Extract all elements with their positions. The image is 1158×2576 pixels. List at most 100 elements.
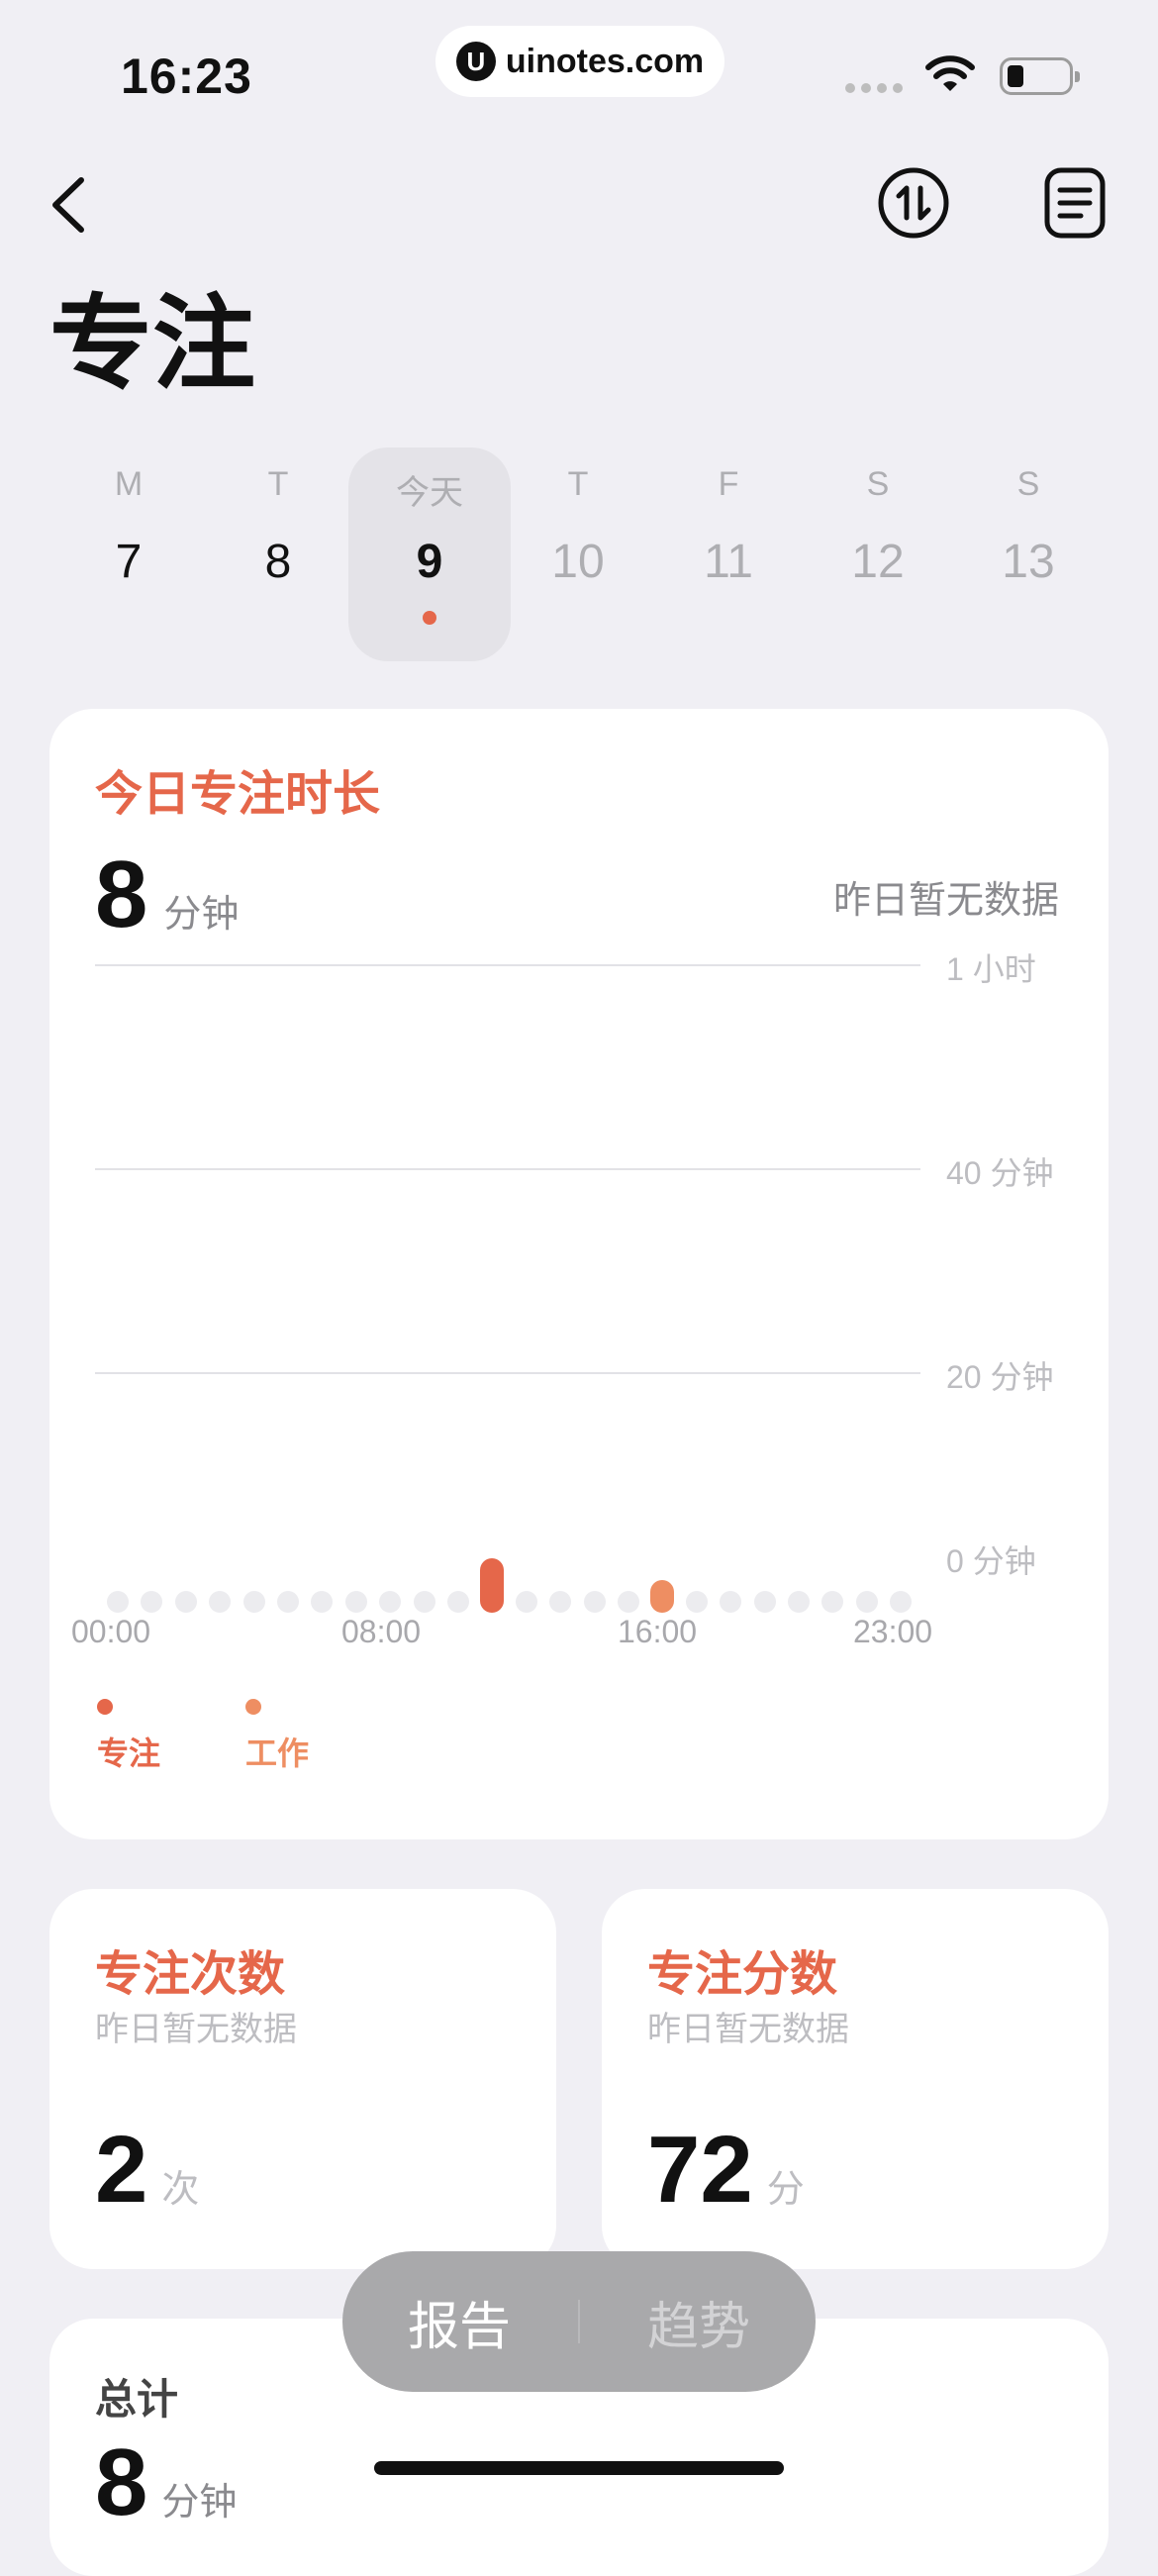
legend-label-focus: 专注: [97, 1735, 161, 1771]
hour-dot: [821, 1591, 844, 1613]
count-value: 2: [95, 2117, 148, 2223]
day-today[interactable]: 今天 9: [370, 465, 489, 589]
hour-dot: [379, 1591, 402, 1613]
status-time: 16:23: [121, 49, 252, 104]
card-title: 专注分数: [647, 1948, 838, 2001]
hour-dot: [107, 1591, 129, 1613]
hour-dot: [788, 1591, 810, 1613]
sort-arrows-icon[interactable]: [877, 166, 950, 240]
url-text: uinotes.com: [505, 42, 705, 80]
card-title: 今日专注时长: [95, 768, 381, 821]
total-value-row: 8 分钟: [95, 2435, 237, 2530]
day-sun[interactable]: S 13: [969, 465, 1088, 589]
score-unit: 分: [766, 2169, 805, 2211]
hour-dot: [277, 1591, 299, 1613]
hour-dot: [549, 1591, 572, 1613]
tab-report[interactable]: 报告: [360, 2285, 558, 2359]
legend-label-work: 工作: [245, 1735, 310, 1771]
hour-dot: [685, 1591, 708, 1613]
hour-dot: [753, 1591, 776, 1613]
date-number: 11: [704, 536, 753, 588]
focus-total: 8 分钟: [95, 847, 239, 942]
site-logo-icon: U: [455, 42, 496, 81]
y-tick-label: 0 分钟: [946, 1543, 1036, 1579]
weekday-label: T: [267, 465, 289, 503]
hour-dot: [413, 1591, 435, 1613]
count-value-row: 2 次: [95, 2123, 199, 2218]
hour-dot: [890, 1591, 913, 1613]
x-tick-label: 08:00: [341, 1614, 422, 1649]
bar-focus: [480, 1558, 505, 1613]
score-value: 72: [647, 2117, 753, 2223]
card-title: 总计: [95, 2376, 179, 2423]
gridline: [95, 1372, 920, 1374]
date-number: 9: [416, 536, 443, 588]
legend-dot-focus: [97, 1699, 113, 1715]
hour-dot: [311, 1591, 334, 1613]
home-indicator: [374, 2461, 784, 2475]
date-number: 7: [115, 536, 143, 588]
legend-dot-work: [245, 1699, 261, 1715]
x-tick-label: 16:00: [618, 1614, 698, 1649]
tab-trend[interactable]: 趋势: [600, 2285, 798, 2359]
day-thu[interactable]: T 10: [519, 465, 637, 589]
focus-value: 8: [95, 842, 148, 947]
weekday-label: T: [567, 465, 589, 503]
weekday-label: M: [114, 465, 144, 503]
date-number: 12: [851, 536, 905, 588]
weekday-label: S: [1016, 465, 1040, 503]
total-value: 8: [95, 2429, 148, 2535]
back-chevron-icon[interactable]: [46, 174, 93, 236]
date-number: 10: [551, 536, 605, 588]
hour-dot: [720, 1591, 742, 1613]
count-unit: 次: [161, 2169, 200, 2211]
compare-text: 昨日暂无数据: [647, 2011, 849, 2048]
gridline: [95, 1168, 920, 1170]
hour-dot: [515, 1591, 537, 1613]
focus-unit: 分钟: [163, 894, 240, 936]
hour-dot: [174, 1591, 197, 1613]
y-tick-label: 40 分钟: [946, 1155, 1054, 1191]
url-pill[interactable]: U uinotes.com: [435, 26, 724, 97]
focus-duration-card[interactable]: 今日专注时长 8 分钟 昨日暂无数据 1 小时 40 分钟 20 分钟 0 分钟…: [49, 709, 1109, 1839]
day-mon[interactable]: M 7: [69, 465, 188, 589]
page-title: 专注: [49, 287, 256, 402]
hourly-bar-chart: [107, 1556, 913, 1616]
focus-count-card[interactable]: 专注次数 昨日暂无数据 2 次: [49, 1889, 556, 2269]
weekday-label: F: [718, 465, 739, 503]
date-number: 8: [264, 536, 292, 588]
hour-dot: [141, 1591, 163, 1613]
hour-dot: [618, 1591, 639, 1613]
gridline: [95, 964, 920, 966]
battery-icon: [1000, 57, 1080, 95]
document-list-icon[interactable]: [1043, 166, 1107, 240]
score-value-row: 72 分: [647, 2123, 805, 2218]
day-tue[interactable]: T 8: [219, 465, 338, 589]
focus-score-card[interactable]: 专注分数 昨日暂无数据 72 分: [602, 1889, 1109, 2269]
date-number: 13: [1002, 536, 1055, 588]
today-indicator-dot: [423, 611, 436, 625]
day-fri[interactable]: F 11: [669, 465, 788, 589]
weekday-label: S: [866, 465, 890, 503]
hour-dot: [583, 1591, 606, 1613]
hour-dot: [855, 1591, 878, 1613]
y-tick-label: 1 小时: [946, 951, 1036, 987]
x-tick-label: 00:00: [71, 1614, 151, 1649]
tab-divider: [578, 2300, 580, 2343]
y-tick-label: 20 分钟: [946, 1359, 1054, 1395]
compare-text: 昨日暂无数据: [832, 880, 1059, 922]
weekday-label: 今天: [396, 474, 463, 512]
wifi-icon: [925, 55, 975, 91]
hour-dot: [209, 1591, 232, 1613]
card-title: 专注次数: [95, 1948, 286, 2001]
day-sat[interactable]: S 12: [819, 465, 937, 589]
hour-dot: [242, 1591, 265, 1613]
cellular-signal-icon: [845, 83, 903, 93]
x-tick-label: 23:00: [853, 1614, 933, 1649]
bar-work: [650, 1580, 675, 1613]
compare-text: 昨日暂无数据: [95, 2011, 297, 2048]
hour-dot: [447, 1591, 469, 1613]
total-unit: 分钟: [161, 2482, 238, 2524]
hour-dot: [344, 1591, 367, 1613]
report-trend-switch: 报告 趋势: [342, 2251, 816, 2392]
